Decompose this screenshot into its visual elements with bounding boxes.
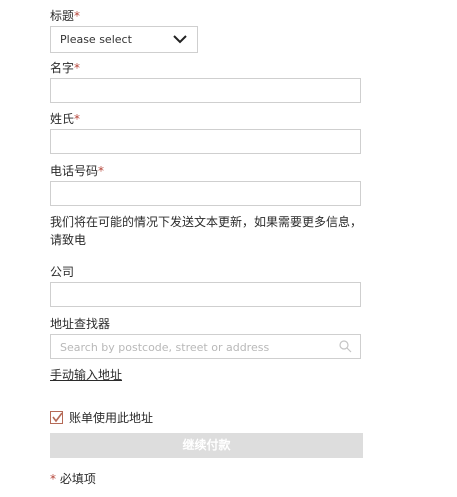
checkmark-icon [52,412,63,423]
manual-address-link[interactable]: 手动输入地址 [50,366,122,383]
billing-address-label: 账单使用此地址 [69,411,154,425]
title-select[interactable]: Please select [50,26,198,53]
required-marker: * [74,9,81,23]
address-search-input[interactable]: Search by postcode, street or address [50,334,361,359]
last-name-label: 姓氏* [50,112,81,126]
phone-input[interactable] [50,181,361,206]
company-label: 公司 [50,265,75,279]
required-marker: * [74,112,81,126]
required-marker: * [50,472,56,486]
chevron-down-icon [173,35,187,44]
phone-label: 电话号码* [50,164,105,178]
required-note: * 必填项 [50,472,96,486]
first-name-label: 名字* [50,61,81,75]
address-search-placeholder: Search by postcode, street or address [60,341,270,354]
first-name-input[interactable] [50,78,361,103]
title-select-value: Please select [60,33,132,46]
billing-address-checkbox[interactable] [50,411,63,424]
required-marker: * [74,61,81,75]
title-label: 标题* [50,9,81,23]
last-name-input[interactable] [50,129,361,154]
address-finder-label: 地址查找器 [50,317,111,331]
continue-payment-button[interactable]: 继续付款 [50,433,363,458]
company-input[interactable] [50,282,361,307]
search-icon [339,340,352,353]
required-marker: * [98,164,105,178]
sms-info-text: 我们将在可能的情况下发送文本更新，如果需要更多信息，请致电 [50,215,363,247]
